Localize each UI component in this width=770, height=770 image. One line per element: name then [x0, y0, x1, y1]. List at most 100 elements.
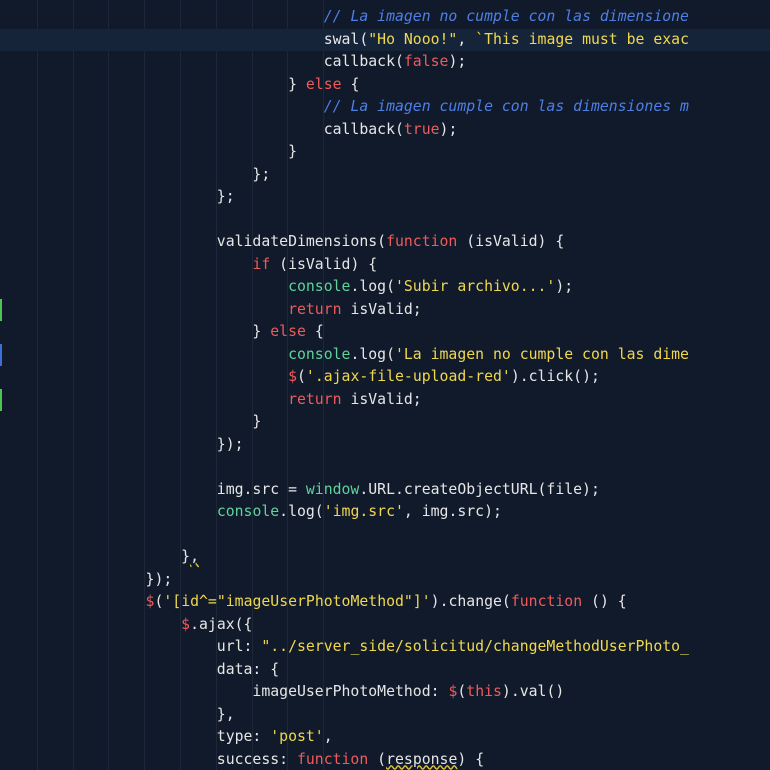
code-token: ) { [457, 750, 485, 768]
code-line[interactable]: console.log('La imagen no cumple con las… [0, 344, 770, 367]
code-token: img.src = [3, 480, 306, 498]
code-line[interactable]: // La imagen no cumple con las dimension… [0, 6, 770, 29]
code-line[interactable]: } else { [0, 321, 770, 344]
code-token: $ [288, 368, 297, 385]
code-line[interactable]: }); [0, 434, 770, 457]
code-token: validateDimensions( [3, 233, 387, 250]
code-line[interactable]: return isValid; [0, 299, 770, 322]
code-line[interactable]: }; [0, 186, 770, 209]
code-line[interactable]: type: 'post', [0, 726, 770, 749]
code-token: }); [3, 570, 173, 588]
code-line[interactable]: } [0, 411, 770, 434]
code-line[interactable]: swal("Ho Nooo!", `This image must be exa… [0, 28, 770, 51]
code-token: 'post' [270, 728, 324, 745]
code-token: if [252, 255, 271, 273]
code-editor[interactable]: // La imagen no cumple con las dimension… [0, 0, 770, 770]
code-line[interactable] [0, 456, 770, 479]
code-token: false [403, 53, 449, 70]
code-line[interactable]: }, [0, 704, 770, 727]
code-token: , [323, 728, 333, 745]
code-token: .log( [350, 278, 395, 295]
code-line[interactable]: $('.ajax-file-upload-red').click(); [0, 366, 770, 389]
code-token: type: [3, 728, 271, 745]
code-token: true [403, 120, 440, 138]
code-token: // La imagen cumple con las dimensiones … [323, 98, 689, 115]
code-token: callback( [3, 120, 404, 138]
code-line[interactable]: }, [0, 546, 770, 569]
code-token: else [270, 323, 306, 340]
code-token: { [305, 323, 324, 340]
code-token: .log( [350, 345, 395, 363]
code-token: function [296, 750, 369, 768]
code-line[interactable]: console.log('Subir archivo...'); [0, 276, 770, 299]
code-token: `This image must be exac [475, 30, 689, 48]
code-line[interactable]: data: { [0, 659, 770, 682]
code-token: }, [3, 705, 235, 723]
code-token: ( [368, 750, 387, 768]
code-line[interactable]: $('[id^="imageUserPhotoMethod"]').change… [0, 591, 770, 614]
code-line[interactable]: // La imagen cumple con las dimensiones … [0, 96, 770, 119]
code-token: , [457, 30, 476, 48]
code-token: swal( [3, 30, 369, 48]
code-token: } [3, 75, 306, 93]
code-line[interactable]: validateDimensions(function (isValid) { [0, 231, 770, 254]
code-line[interactable]: if (isValid) { [0, 254, 770, 277]
code-token: else [305, 75, 342, 93]
code-token: ).click(); [510, 368, 600, 385]
code-line[interactable]: }; [0, 164, 770, 187]
code-token: , img.src); [403, 503, 502, 520]
code-token: '[id^="imageUserPhotoMethod"]' [163, 593, 431, 610]
code-token: function [386, 233, 458, 250]
code-token: { [341, 75, 360, 93]
code-token: data: { [3, 660, 280, 678]
code-token: .ajax({ [190, 615, 253, 633]
code-line[interactable]: } else { [0, 74, 770, 97]
code-token: ); [439, 120, 458, 138]
code-token: .URL.createObjectURL(file); [359, 480, 600, 498]
code-token: callback( [3, 53, 404, 70]
code-token: (isValid) { [457, 233, 565, 250]
code-token: "../server_side/solicitud/changeMethodUs… [261, 638, 689, 655]
code-token: }; [3, 188, 235, 205]
code-token: ); [448, 53, 467, 70]
code-token: url: [3, 638, 262, 655]
code-line[interactable]: img.src = window.URL.createObjectURL(fil… [0, 479, 770, 502]
code-line[interactable]: callback(false); [0, 51, 770, 74]
code-token: this [466, 683, 502, 700]
code-token: ).change( [430, 593, 511, 610]
code-line[interactable]: callback(true); [0, 119, 770, 142]
code-line[interactable]: $.ajax({ [0, 614, 770, 637]
code-line[interactable]: imageUserPhotoMethod: $(this).val() [0, 681, 770, 704]
code-token: } [3, 413, 262, 430]
code-token: ( [297, 368, 306, 385]
code-token: // La imagen no cumple con las dimension… [323, 8, 689, 25]
code-token: isValid; [341, 390, 422, 408]
code-line[interactable]: return isValid; [0, 389, 770, 412]
code-line[interactable] [0, 524, 770, 547]
code-token: ).val() [501, 683, 565, 700]
code-token: ); [555, 278, 574, 295]
code-line[interactable]: url: "../server_side/solicitud/changeMet… [0, 636, 770, 659]
code-line[interactable]: success: function (response) { [0, 749, 770, 770]
code-token: }); [3, 435, 244, 453]
code-token: imageUserPhotoMethod: [3, 683, 449, 700]
code-token: return [288, 390, 342, 408]
code-token: $ [181, 615, 191, 633]
code-token: 'La imagen no cumple con las dime [394, 345, 689, 363]
code-line[interactable]: }); [0, 569, 770, 592]
code-token: "Ho Nooo!" [368, 30, 458, 48]
code-token: function [510, 593, 583, 610]
code-line[interactable]: console.log('img.src', img.src); [0, 501, 770, 524]
code-line[interactable] [0, 209, 770, 232]
code-token: .log( [279, 503, 324, 520]
code-line[interactable]: } [0, 141, 770, 164]
code-token: } [3, 548, 191, 565]
